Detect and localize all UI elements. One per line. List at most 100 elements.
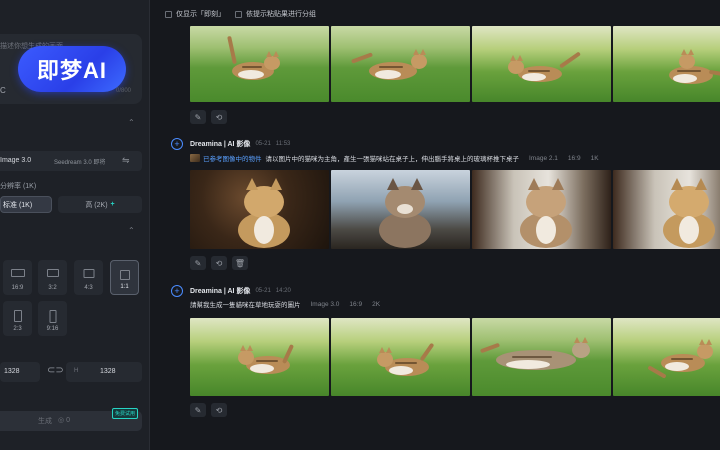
generated-image[interactable] — [331, 170, 470, 249]
ratio-3-2[interactable]: 3:2 — [38, 260, 67, 295]
filter-group[interactable]: 依提示粘贴果进行分组 — [235, 9, 316, 19]
resolution-label: 分辨率 (1K) — [0, 183, 37, 190]
resolution-high-button[interactable]: 高 (2K) + — [58, 196, 142, 213]
message-header-1: + Dreamina | AI 影像 05-21 11:53 — [171, 138, 290, 150]
image-strip-2 — [190, 170, 720, 249]
delete-button[interactable]: 🗑 — [232, 256, 248, 270]
edit-button[interactable]: ✎ — [190, 110, 206, 124]
message-time: 11:53 — [275, 141, 291, 147]
image-strip-1 — [190, 26, 720, 102]
image-strip-3 — [190, 318, 720, 396]
width-input[interactable]: 1328 — [0, 362, 40, 382]
reference-thumbnail[interactable] — [190, 154, 200, 162]
ratio-shape-icon — [49, 310, 56, 323]
resolution-standard-button[interactable]: 标准 (1K) — [0, 196, 52, 213]
prompt-prefix: C — [0, 86, 6, 95]
regenerate-button[interactable]: ⟲ — [211, 256, 227, 270]
ratio-9-16[interactable]: 9:16 — [38, 301, 67, 336]
sender-name: Dreamina | AI 影像 — [190, 288, 251, 295]
chevron-up-icon[interactable]: ⌃ — [128, 226, 135, 235]
generate-label: 生成 — [38, 418, 52, 425]
ratio-label: 3:2 — [48, 285, 57, 291]
add-circle-icon[interactable]: + — [171, 138, 183, 150]
message-date: 05-21 — [255, 288, 271, 294]
prompt-resolution: 1K — [590, 154, 599, 162]
ratio-shape-icon — [13, 310, 22, 322]
repeat-icon: ⟲ — [215, 405, 223, 415]
message-time: 14:20 — [275, 288, 291, 294]
reference-label[interactable]: 已参考图像中的物件 — [203, 153, 262, 163]
main-feed: 仅显示「即刻」 依提示粘贴果进行分组 ✎ ⟲ + Dreamina | AI 影… — [151, 0, 720, 450]
prompt-ratio: 16:9 — [349, 300, 363, 308]
height-input[interactable]: H 1328 — [66, 362, 142, 382]
prompt-resolution: 2K — [372, 300, 381, 308]
filter-label: 依提示粘贴果进行分组 — [246, 11, 316, 18]
ratio-16-9[interactable]: 16:9 — [3, 260, 32, 295]
add-circle-icon[interactable]: + — [171, 285, 183, 297]
ratio-1-1[interactable]: 1:1 — [110, 260, 139, 295]
generated-image[interactable] — [613, 318, 720, 396]
cost-value: 0 — [66, 417, 70, 424]
generated-image[interactable] — [190, 26, 329, 102]
resolution-standard-label: 标准 (1K) — [3, 201, 33, 209]
pencil-icon: ✎ — [194, 258, 202, 268]
adjust-icon[interactable]: ⇋ — [122, 155, 130, 166]
ratio-label: 16:9 — [11, 285, 24, 291]
ratio-2-3[interactable]: 2:3 — [3, 301, 32, 336]
generated-image[interactable] — [613, 26, 720, 102]
image-actions-1: ✎ ⟲ — [190, 110, 227, 124]
char-count: 0/800 — [116, 88, 132, 94]
ratio-shape-icon — [83, 269, 94, 278]
filter-immediate[interactable]: 仅显示「即刻」 — [165, 9, 225, 19]
message-date: 05-21 — [255, 141, 271, 147]
ratio-label: 9:16 — [46, 326, 59, 332]
message-header-2: + Dreamina | AI 影像 05-21 14:20 — [171, 285, 291, 297]
ratio-label: 2:3 — [13, 326, 22, 332]
filter-label: 仅显示「即刻」 — [176, 11, 225, 18]
trash-icon: 🗑 — [234, 258, 246, 268]
model-name: Image 3.0 — [0, 157, 32, 164]
generated-image[interactable] — [472, 318, 611, 396]
generated-image[interactable] — [331, 26, 470, 102]
regenerate-button[interactable]: ⟲ — [211, 403, 227, 417]
width-value: 1328 — [4, 368, 20, 375]
link-icon[interactable]: ⊂⊃ — [47, 365, 64, 376]
prompt-model: Image 3.0 — [310, 300, 340, 308]
image-actions-3: ✎ ⟲ — [190, 403, 227, 417]
left-panel: 描述你想生成的画面 即梦AI C 0/800 ⌃ Image 3.0 Seedr… — [0, 0, 150, 450]
ratio-shape-icon — [119, 270, 130, 280]
prompt-model: Image 2.1 — [529, 154, 558, 162]
prompt-text-2[interactable]: 請幫我生成一隻貓咪在草地玩耍的圖片 Image 3.0 16:9 2K — [190, 299, 381, 310]
sender-name: Dreamina | AI 影像 — [190, 141, 251, 148]
repeat-icon: ⟲ — [215, 258, 223, 268]
checkbox-icon[interactable] — [235, 10, 242, 18]
generated-image[interactable] — [472, 26, 611, 102]
repeat-icon: ⟲ — [215, 112, 223, 122]
ratio-shape-icon — [46, 269, 59, 277]
prompt-content: 请以图片中的猫咪为主角，產生一張猫咪站在桌子上，伸出腦手將桌上的玻璃杯推下桌子 — [265, 156, 520, 163]
plus-icon: + — [110, 201, 115, 208]
generated-image[interactable] — [613, 170, 720, 249]
model-alt-name: Seedream 3.0 即将 — [54, 160, 106, 166]
jimeng-logo: 即梦AI — [18, 46, 126, 92]
regenerate-button[interactable]: ⟲ — [211, 110, 227, 124]
pencil-icon: ✎ — [194, 112, 202, 122]
resolution-high-label: 高 (2K) — [85, 201, 108, 209]
edit-button[interactable]: ✎ — [190, 403, 206, 417]
prompt-ratio: 16:9 — [567, 154, 581, 162]
height-label: H — [74, 368, 79, 374]
height-value: 1328 — [100, 368, 116, 375]
generated-image[interactable] — [190, 318, 329, 396]
generated-image[interactable] — [331, 318, 470, 396]
generated-image[interactable] — [472, 170, 611, 249]
prompt-text-1[interactable]: 已参考图像中的物件 请以图片中的猫咪为主角，產生一張猫咪站在桌子上，伸出腦手將桌… — [190, 153, 599, 163]
edit-button[interactable]: ✎ — [190, 256, 206, 270]
generated-image[interactable] — [190, 170, 329, 249]
ratio-shape-icon — [10, 269, 25, 277]
image-actions-2: ✎ ⟲ 🗑 — [190, 256, 248, 270]
free-trial-badge: 免费试用 — [112, 408, 139, 419]
ratio-4-3[interactable]: 4:3 — [74, 260, 103, 295]
prompt-content: 請幫我生成一隻貓咪在草地玩耍的圖片 — [190, 302, 301, 309]
checkbox-icon[interactable] — [165, 10, 172, 18]
chevron-up-icon[interactable]: ⌃ — [128, 118, 135, 127]
